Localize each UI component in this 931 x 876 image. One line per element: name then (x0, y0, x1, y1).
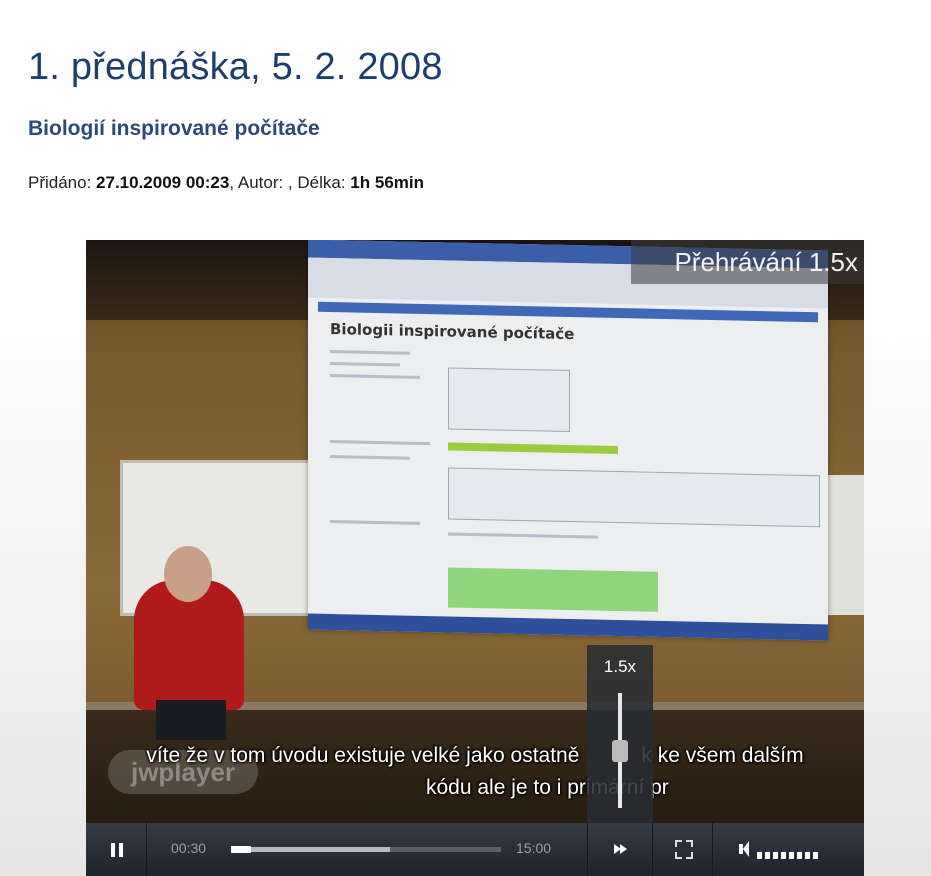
projected-text-line (448, 532, 598, 539)
projected-results-table (448, 467, 820, 528)
seek-bar-buffered (231, 847, 390, 852)
speed-slider-handle[interactable] (612, 740, 628, 762)
volume-bar (757, 852, 762, 859)
lecture-subtitle: Biologií inspirované počítače (28, 117, 320, 140)
playback-speed-badge: Přehrávání 1.5x (631, 240, 864, 284)
fullscreen-button[interactable] (653, 823, 713, 876)
projected-progress-bar (448, 442, 618, 455)
pause-icon (111, 843, 115, 857)
lecture-meta: Přidáno: 27.10.2009 00:23, Autor: , Délk… (28, 173, 424, 193)
volume-level-bars[interactable] (757, 846, 821, 864)
projected-text-line (330, 350, 410, 355)
volume-bar (805, 852, 810, 859)
video-scene-projection-screen: Biologii inspirované počítače (308, 240, 828, 641)
seek-bar[interactable] (231, 846, 501, 853)
page-title: 1. přednáška, 5. 2. 2008 (28, 46, 443, 88)
duration-time: 15:00 (516, 840, 552, 856)
video-scene-whiteboard-right (826, 475, 864, 615)
speed-slider-popup[interactable]: 1.5x (587, 645, 653, 823)
caption-line-1-part-a: víte že v tom úvodu existuje velké jako … (146, 744, 580, 767)
volume-bar (789, 852, 794, 859)
caption-line-1: víte že v tom úvodu existuje velké jako … (86, 740, 864, 772)
fullscreen-icon-corner (686, 840, 693, 847)
projected-text-line (330, 374, 420, 379)
caption-line-1-part-b: k ke všem dalším (641, 744, 804, 767)
video-scene-lecturer-legs (156, 700, 226, 740)
volume-bar (813, 852, 818, 859)
subtitle-captions: víte že v tom úvodu existuje velké jako … (86, 740, 864, 804)
seek-bar-played[interactable] (231, 846, 251, 853)
added-label: Přidáno: (28, 173, 97, 192)
speaker-icon-cone (743, 841, 749, 857)
video-player[interactable]: Biologii inspirované počítače jwplayer P… (86, 240, 864, 876)
length-value: 1h 56min (350, 173, 424, 192)
projected-heading: Biologii inspirované počítače (330, 320, 575, 344)
player-control-bar: 00:30 15:00 (86, 823, 864, 876)
pause-button[interactable] (86, 823, 147, 876)
added-value: 27.10.2009 00:23 (96, 173, 230, 192)
author-length-label: , Autor: , Délka: (229, 173, 351, 192)
pause-icon-bar (119, 843, 123, 857)
video-frame[interactable]: Biologii inspirované počítače jwplayer P… (86, 240, 864, 823)
volume-bar (773, 852, 778, 859)
fullscreen-icon-corner (675, 852, 682, 859)
projected-text-line (330, 362, 400, 367)
current-time: 00:30 (171, 840, 207, 856)
fast-forward-button[interactable] (587, 823, 653, 876)
speed-slider-value: 1.5x (603, 657, 637, 676)
projected-text-line (330, 455, 410, 460)
projected-green-table (448, 567, 658, 612)
fullscreen-icon-corner (686, 852, 693, 859)
fullscreen-icon (675, 840, 682, 847)
projected-text-line (330, 520, 420, 525)
projected-table (448, 367, 570, 433)
projected-taskbar (308, 613, 828, 641)
volume-control[interactable] (713, 823, 864, 876)
volume-bar (797, 852, 802, 859)
video-scene-lecturer-head (164, 546, 212, 602)
volume-bar (781, 852, 786, 859)
projected-text-line (330, 440, 430, 446)
volume-bar (765, 852, 770, 859)
